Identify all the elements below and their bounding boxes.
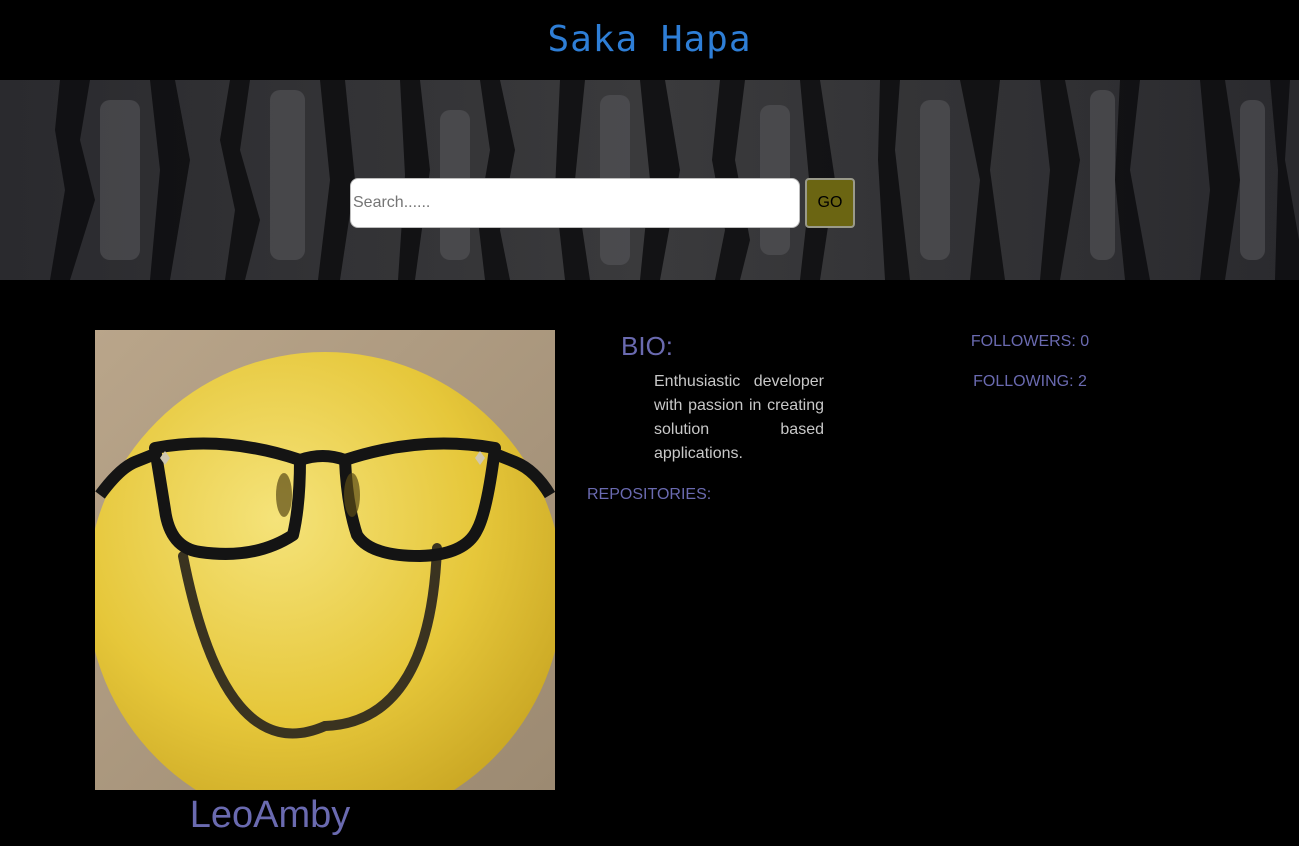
following-count: FOLLOWING: 2: [973, 373, 1087, 390]
username: LeoAmby: [189, 794, 351, 836]
bio-title: BIO:: [621, 331, 674, 361]
search-input[interactable]: [350, 178, 800, 228]
site-title[interactable]: Saka Hapa: [0, 18, 1299, 62]
smiley-balloon-icon: [95, 330, 555, 790]
top-bar: Saka Hapa: [0, 0, 1299, 80]
repositories-label: REPOSITORIES:: [587, 486, 712, 503]
bio-text: Enthusiastic developer with passion in c…: [654, 373, 824, 462]
avatar: [95, 330, 555, 790]
go-button[interactable]: GO: [805, 178, 855, 228]
followers-count: FOLLOWERS: 0: [970, 333, 1090, 350]
